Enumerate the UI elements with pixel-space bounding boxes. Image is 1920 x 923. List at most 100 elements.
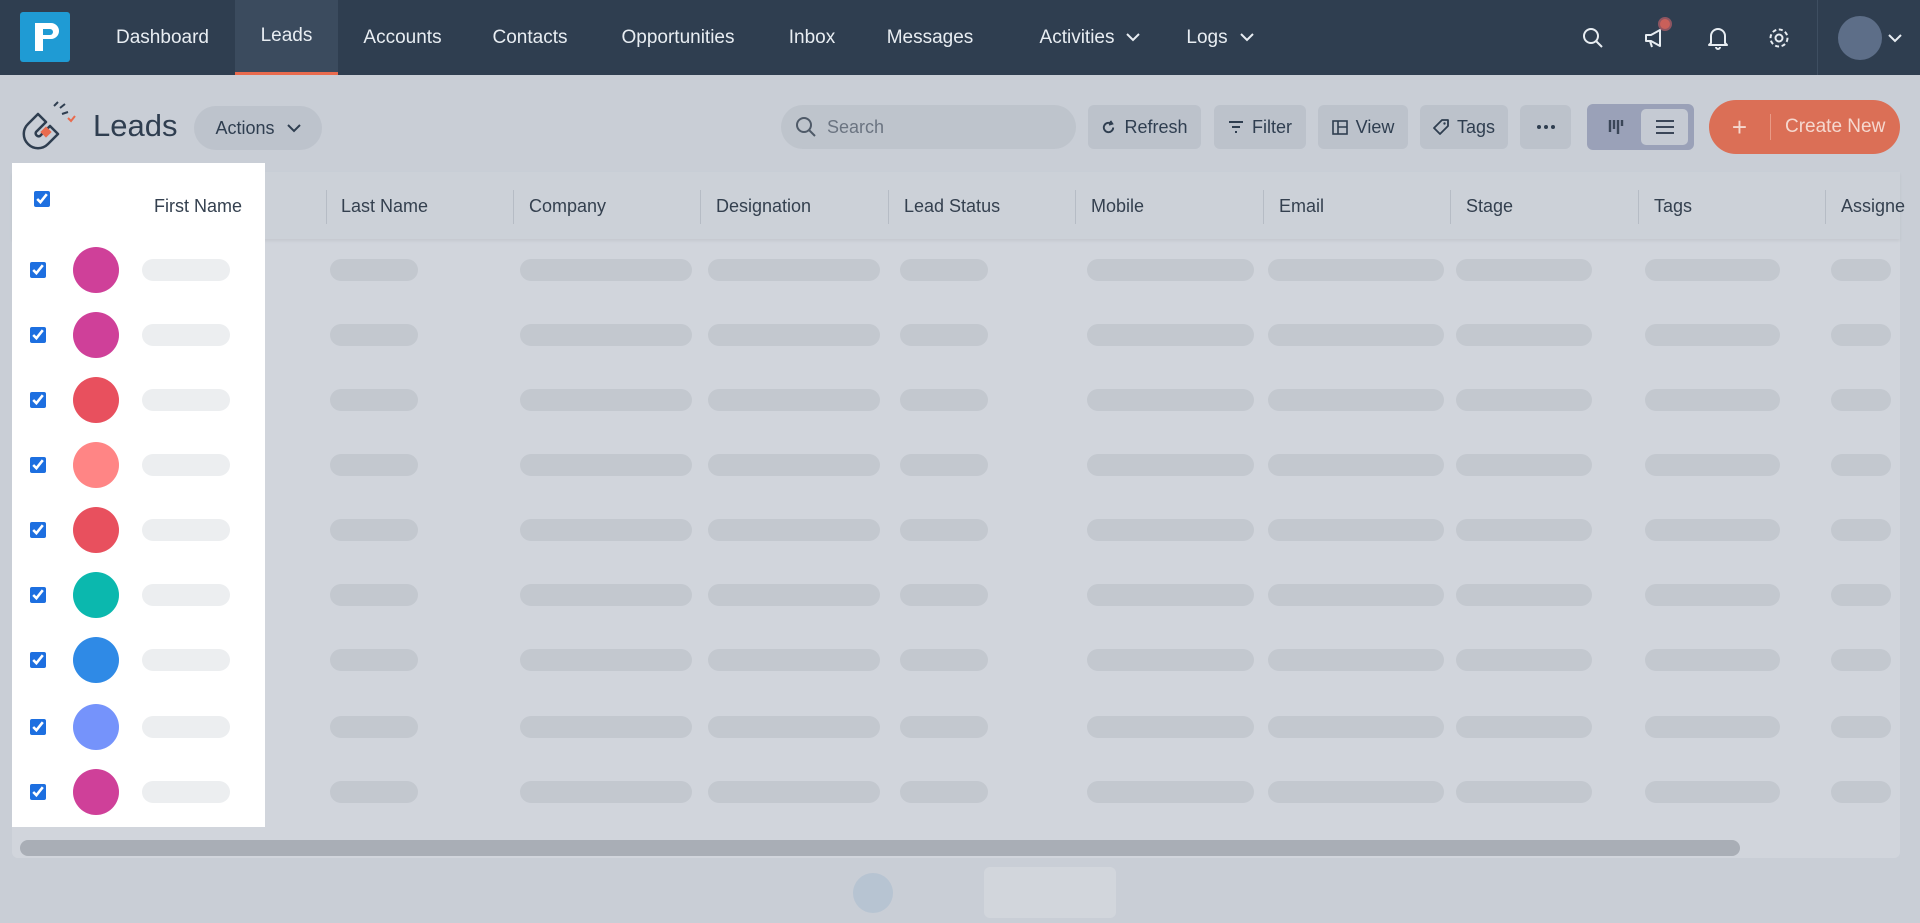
chevron-down-icon [286,123,301,132]
nav-leads[interactable]: Leads [235,0,338,75]
more-options-button[interactable] [1520,105,1571,149]
row-checkbox[interactable] [30,652,46,668]
row-checkbox[interactable] [30,784,46,800]
tags-button[interactable]: Tags [1420,105,1508,149]
nav-inbox[interactable]: Inbox [780,0,844,75]
loading-placeholder [330,389,418,411]
nav-activities[interactable]: Activities [1020,0,1160,75]
loading-placeholder [708,716,880,738]
filter-label: Filter [1252,116,1292,137]
loading-placeholder [900,259,988,281]
leads-magnet-icon [18,100,76,156]
loading-placeholder [520,389,692,411]
avatar [73,507,119,553]
loading-placeholder [1831,716,1891,738]
loading-placeholder [1087,519,1254,541]
column-separator [1638,190,1639,224]
create-new-button[interactable]: + Create New [1709,100,1900,154]
loading-placeholder [1268,519,1444,541]
nav-messages-label: Messages [886,26,974,48]
loading-placeholder [1268,454,1444,476]
horizontal-scrollbar[interactable] [20,840,1740,856]
loading-placeholder [708,454,880,476]
loading-placeholder [708,584,880,606]
loading-placeholder [330,649,418,671]
loading-placeholder [520,584,692,606]
column-header-first-name[interactable]: First Name [154,196,242,217]
search-icon[interactable] [1578,23,1608,53]
column-header-mobile[interactable]: Mobile [1091,196,1144,217]
refresh-label: Refresh [1124,116,1188,137]
column-header-stage[interactable]: Stage [1466,196,1513,217]
loading-placeholder [1456,584,1592,606]
loading-placeholder [1268,389,1444,411]
avatar [73,572,119,618]
avatar [73,637,119,683]
search-box[interactable] [781,105,1076,149]
loading-placeholder [330,324,418,346]
nav-accounts-label: Accounts [363,26,442,48]
column-separator [1263,190,1264,224]
tags-label: Tags [1456,116,1496,137]
gear-icon[interactable] [1764,23,1794,53]
loading-placeholder [520,454,692,476]
loading-placeholder [1268,324,1444,346]
column-header-last-name[interactable]: Last Name [341,196,428,217]
loading-placeholder [1645,781,1780,803]
loading-placeholder [1831,454,1891,476]
loading-placeholder [1645,649,1780,671]
row-checkbox[interactable] [30,457,46,473]
select-all-checkbox[interactable] [34,191,50,207]
loading-placeholder [1456,649,1592,671]
loading-placeholder [1087,584,1254,606]
column-header-company[interactable]: Company [529,196,606,217]
row-checkbox[interactable] [30,392,46,408]
notification-dot [1658,17,1672,31]
row-checkbox[interactable] [30,719,46,735]
loading-placeholder [1268,584,1444,606]
chevron-down-icon [1126,33,1141,42]
pagination-placeholder [984,867,1116,918]
avatar[interactable] [1838,16,1882,60]
refresh-button[interactable]: Refresh [1088,105,1201,149]
loading-placeholder [1831,519,1891,541]
loading-placeholder [900,781,988,803]
chevron-down-icon [1239,33,1254,42]
megaphone-icon[interactable] [1640,17,1672,53]
row-checkbox[interactable] [30,522,46,538]
kanban-view-button[interactable] [1593,109,1640,145]
loading-placeholder [1645,454,1780,476]
app-logo[interactable] [20,12,70,62]
loading-placeholder [142,781,230,803]
column-header-designation[interactable]: Designation [716,196,811,217]
loading-placeholder [708,649,880,671]
nav-logs[interactable]: Logs [1175,0,1265,75]
nav-contacts[interactable]: Contacts [485,0,575,75]
row-checkbox[interactable] [30,262,46,278]
nav-dashboard[interactable]: Dashboard [100,0,225,75]
loading-placeholder [520,649,692,671]
loading-placeholder [1087,716,1254,738]
chevron-down-icon[interactable] [1884,23,1906,53]
avatar [73,377,119,423]
nav-logs-label: Logs [1186,26,1228,48]
filter-button[interactable]: Filter [1214,105,1306,149]
nav-leads-label: Leads [260,25,313,46]
search-input[interactable] [827,116,1057,138]
actions-dropdown-button[interactable]: Actions [194,106,322,150]
column-header-assignee[interactable]: Assigne [1841,196,1905,217]
row-checkbox[interactable] [30,587,46,603]
column-header-tags[interactable]: Tags [1654,196,1692,217]
column-header-lead-status[interactable]: Lead Status [904,196,1000,217]
bell-icon[interactable] [1703,23,1733,53]
nav-opportunities[interactable]: Opportunities [613,0,743,75]
nav-accounts[interactable]: Accounts [355,0,450,75]
loading-placeholder [142,584,230,606]
nav-messages[interactable]: Messages [880,0,980,75]
row-checkbox[interactable] [30,327,46,343]
view-button[interactable]: View [1318,105,1408,149]
column-header-email[interactable]: Email [1279,196,1324,217]
loading-placeholder [708,519,880,541]
loading-placeholder [330,454,418,476]
list-view-button[interactable] [1641,109,1688,145]
